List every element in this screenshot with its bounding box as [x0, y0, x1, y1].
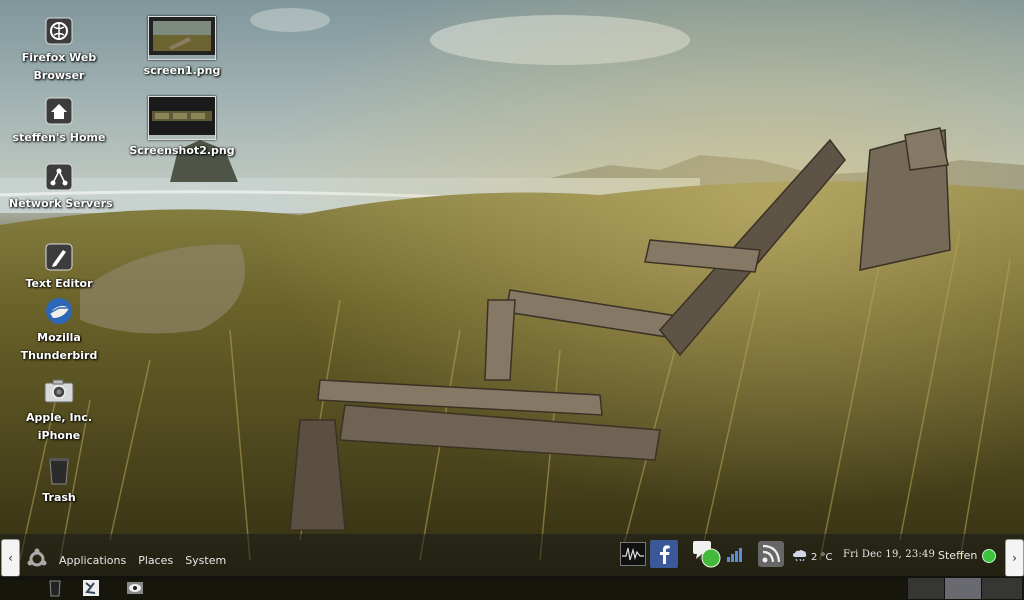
- desktop-icon-label: Mozilla: [37, 331, 81, 344]
- chevron-right-icon: ›: [1012, 551, 1017, 565]
- menu-applications[interactable]: Applications: [58, 554, 127, 567]
- menu-places[interactable]: Places: [137, 554, 174, 567]
- signal-strength-icon[interactable]: [726, 545, 744, 567]
- taskbar-eye-icon[interactable]: [124, 578, 146, 598]
- desktop-icon-label: steffen's Home: [12, 131, 106, 144]
- system-monitor-icon[interactable]: [620, 542, 646, 570]
- desktop-icon-iphone[interactable]: Apple, Inc. iPhone: [9, 376, 109, 446]
- workspace-2[interactable]: [944, 578, 981, 599]
- desktop-icon-label-line2: Browser: [33, 69, 85, 82]
- desktop-icon-label-line2: iPhone: [37, 429, 81, 442]
- desktop-icon-label: Network Servers: [9, 197, 113, 210]
- text-editor-icon: [44, 242, 74, 272]
- desktop-icon-network-servers[interactable]: Network Servers: [9, 162, 113, 214]
- menu-system[interactable]: System: [184, 554, 227, 567]
- taskbar-app-icon[interactable]: [80, 578, 102, 598]
- image-thumbnail: [148, 96, 216, 140]
- desktop-wallpaper: [0, 0, 1024, 600]
- network-icon: [44, 162, 74, 192]
- thunderbird-icon: [44, 296, 74, 326]
- desktop-icon-home[interactable]: steffen's Home: [9, 96, 109, 148]
- desktop-icon-label: Trash: [42, 491, 76, 504]
- clock[interactable]: Fri Dec 19, 23:49: [843, 549, 935, 560]
- desktop-icon-label: Text Editor: [25, 277, 93, 290]
- desktop-icon-text-editor[interactable]: Text Editor: [9, 242, 109, 294]
- desktop-icon-label-line2: Thunderbird: [20, 349, 98, 362]
- panel-scroll-right-button[interactable]: ›: [1005, 539, 1024, 577]
- file-label: Screenshot2.png: [129, 144, 235, 157]
- weather-temperature: 2 °C: [811, 552, 833, 563]
- desktop-icon-label: Apple, Inc.: [25, 411, 93, 424]
- user-menu[interactable]: Steffen: [938, 549, 977, 562]
- file-label: screen1.png: [143, 64, 221, 77]
- system-tray: [620, 540, 784, 572]
- workspace-3[interactable]: [981, 578, 1022, 599]
- desktop-icon-firefox[interactable]: Firefox Web Browser: [9, 16, 109, 86]
- weather-snow-icon: [792, 548, 808, 567]
- chat-status-icon[interactable]: [692, 539, 722, 573]
- image-thumbnail: [148, 16, 216, 60]
- desktop-icon-label: Firefox Web: [21, 51, 97, 64]
- status-dot-icon[interactable]: [982, 549, 996, 563]
- desktop-icon-trash[interactable]: Trash: [9, 456, 109, 508]
- workspace-1[interactable]: [907, 578, 944, 599]
- bottom-panel: [0, 576, 1024, 600]
- desktop-icon-thunderbird[interactable]: Mozilla Thunderbird: [9, 296, 109, 366]
- main-menu: Applications Places System: [26, 548, 227, 573]
- taskbar-trash-icon[interactable]: [44, 578, 66, 598]
- panel-scroll-left-button[interactable]: ‹: [1, 539, 20, 577]
- weather-applet[interactable]: 2 °C: [792, 548, 833, 567]
- ubuntu-logo-icon[interactable]: [26, 548, 48, 573]
- trash-icon: [44, 456, 74, 486]
- facebook-icon[interactable]: [650, 540, 678, 572]
- globe-icon: [44, 16, 74, 46]
- home-icon: [44, 96, 74, 126]
- chevron-left-icon: ‹: [8, 551, 13, 565]
- camera-icon: [44, 376, 74, 406]
- rss-feed-icon[interactable]: [758, 541, 784, 571]
- desktop-file-screenshot2[interactable]: Screenshot2.png: [122, 96, 242, 157]
- desktop-file-screen1[interactable]: screen1.png: [122, 16, 242, 77]
